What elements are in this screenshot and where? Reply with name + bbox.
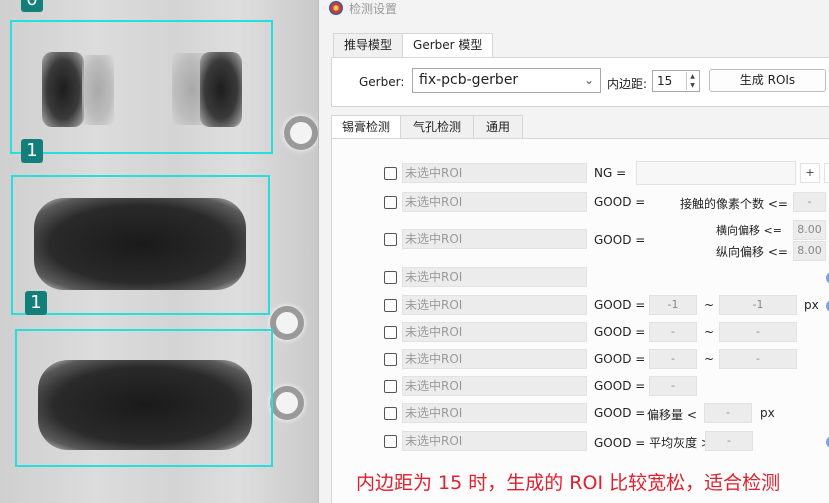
detection-panel: 未选中ROI NG = + 未选中ROI GOOD = 接触的像素个数 <= -… bbox=[331, 138, 829, 503]
max-field[interactable]: - bbox=[719, 322, 797, 342]
max-field[interactable]: -1 bbox=[719, 295, 797, 315]
tab-general[interactable]: 通用 bbox=[473, 115, 524, 139]
detection-row: 未选中ROI GOOD = 偏移量 < - px bbox=[332, 402, 829, 426]
offset-label: 偏移量 < bbox=[647, 408, 697, 422]
ng-value-field[interactable] bbox=[636, 161, 796, 185]
offset-field[interactable]: - bbox=[704, 403, 752, 423]
unit-label: px bbox=[804, 298, 819, 312]
condition-label: NG = bbox=[594, 166, 627, 180]
roi-field[interactable]: 未选中ROI bbox=[402, 267, 587, 287]
detection-row: 未选中ROI GOOD = - ~ - bbox=[332, 348, 829, 372]
title-bar[interactable]: 检测设置 bbox=[319, 0, 829, 16]
gerber-select-value: fix-pcb-gerber bbox=[419, 72, 519, 88]
condition-label: GOOD = bbox=[594, 379, 646, 393]
roi-field[interactable]: 未选中ROI bbox=[402, 403, 587, 423]
app-logo-icon bbox=[329, 1, 343, 15]
tab-gerber-model[interactable]: Gerber 模型 bbox=[402, 33, 494, 58]
vertical-offset-field[interactable]: 8.00 bbox=[793, 241, 826, 261]
camera-image-view[interactable]: 0 1 1 bbox=[0, 0, 318, 503]
detection-settings-dialog: 检测设置 推导模型 Gerber 模型 Gerber: fix-pcb-gerb… bbox=[318, 0, 829, 503]
detection-row: 未选中ROI GOOD = 平均灰度 > - bbox=[332, 430, 829, 454]
annotation-caption: 内边距为 15 时，生成的 ROI 比较宽松，适合检测 bbox=[356, 472, 781, 494]
pcb-via-hole bbox=[270, 386, 304, 420]
roi-tag: 1 bbox=[25, 291, 47, 315]
tab-void-detection[interactable]: 气孔检测 bbox=[400, 115, 475, 139]
roi-field[interactable]: 未选中ROI bbox=[402, 229, 587, 249]
row-checkbox[interactable] bbox=[384, 435, 397, 448]
detection-row: 未选中ROI GOOD = - ~ - bbox=[332, 321, 829, 345]
min-field[interactable]: -1 bbox=[649, 295, 697, 315]
condition-label: GOOD = bbox=[594, 298, 646, 312]
row-checkbox[interactable] bbox=[384, 196, 397, 209]
contact-pixel-field[interactable]: - bbox=[793, 192, 826, 212]
condition-label: GOOD = bbox=[594, 233, 646, 247]
roi-field[interactable]: 未选中ROI bbox=[402, 322, 587, 342]
roi-field[interactable]: 未选中ROI bbox=[402, 295, 587, 315]
condition-label: GOOD = bbox=[594, 325, 646, 339]
extra-button[interactable] bbox=[824, 163, 829, 183]
range-separator: ~ bbox=[704, 298, 715, 312]
row-checkbox[interactable] bbox=[384, 271, 397, 284]
condition-label: GOOD = bbox=[594, 352, 646, 366]
roi-field[interactable]: 未选中ROI bbox=[402, 431, 587, 451]
row-checkbox[interactable] bbox=[384, 407, 397, 420]
roi-tag: 0 bbox=[21, 0, 43, 12]
pcb-via-hole bbox=[284, 116, 318, 150]
unit-label: px bbox=[760, 406, 775, 420]
margin-label: 内边距: bbox=[607, 77, 648, 91]
range-separator: ~ bbox=[704, 352, 715, 366]
condition-label: GOOD = bbox=[594, 406, 646, 420]
generate-rois-button[interactable]: 生成 ROIs bbox=[709, 69, 826, 92]
row-checkbox[interactable] bbox=[384, 353, 397, 366]
row-checkbox[interactable] bbox=[384, 233, 397, 246]
detection-row: 未选中ROI GOOD = 横向偏移 <= 8.00 纵向偏移 <= 8.00 bbox=[332, 219, 829, 263]
gerber-label: Gerber: bbox=[359, 75, 405, 89]
add-button[interactable]: + bbox=[800, 163, 820, 183]
roi-field[interactable]: 未选中ROI bbox=[402, 376, 587, 396]
condition-label: GOOD = bbox=[594, 195, 646, 209]
detection-row: 未选中ROI GOOD = - bbox=[332, 375, 829, 399]
roi-tag: 1 bbox=[21, 139, 43, 163]
pcb-via-hole bbox=[270, 306, 304, 340]
detection-tabs: 锡膏检测 气孔检测 通用 bbox=[331, 115, 524, 140]
detection-row: 未选中ROI NG = + bbox=[332, 161, 829, 186]
detection-row: 未选中ROI bbox=[332, 266, 829, 290]
margin-value: 15 bbox=[657, 74, 673, 88]
tab-solder-paste[interactable]: 锡膏检测 bbox=[331, 115, 402, 140]
range-separator: ~ bbox=[704, 325, 715, 339]
roi-field[interactable]: 未选中ROI bbox=[402, 349, 587, 369]
average-gray-field[interactable]: - bbox=[705, 431, 753, 451]
model-tabs: 推导模型 Gerber 模型 bbox=[333, 33, 494, 58]
roi-box[interactable] bbox=[11, 175, 270, 315]
min-field[interactable]: - bbox=[649, 349, 697, 369]
vertical-offset-label: 纵向偏移 <= bbox=[716, 245, 788, 259]
gerber-select[interactable]: fix-pcb-gerber ⌄ bbox=[412, 68, 601, 93]
contact-pixel-label: 接触的像素个数 <= bbox=[680, 197, 788, 211]
condition-label: GOOD = 平均灰度 > bbox=[594, 436, 711, 450]
horizontal-offset-label: 横向偏移 <= bbox=[716, 224, 782, 237]
row-checkbox[interactable] bbox=[384, 380, 397, 393]
detection-row: 未选中ROI GOOD = 接触的像素个数 <= - bbox=[332, 191, 829, 215]
window-title: 检测设置 bbox=[349, 1, 398, 16]
chevron-down-icon: ⌄ bbox=[583, 73, 594, 87]
spin-arrows-icon[interactable]: ▲ ▼ bbox=[686, 72, 698, 90]
roi-field[interactable]: 未选中ROI bbox=[402, 192, 587, 212]
min-field[interactable]: - bbox=[649, 322, 697, 342]
gerber-panel: Gerber: fix-pcb-gerber ⌄ 内边距: 15 ▲ ▼ 生成 R… bbox=[331, 57, 829, 107]
roi-box[interactable] bbox=[10, 20, 273, 154]
margin-spinbox[interactable]: 15 ▲ ▼ bbox=[652, 70, 700, 92]
roi-field[interactable]: 未选中ROI bbox=[402, 163, 587, 183]
detection-row: 未选中ROI GOOD = -1 ~ -1 px bbox=[332, 294, 829, 318]
horizontal-offset-field[interactable]: 8.00 bbox=[793, 220, 826, 240]
row-checkbox[interactable] bbox=[384, 299, 397, 312]
tab-derived-model[interactable]: 推导模型 bbox=[333, 33, 404, 57]
row-checkbox[interactable] bbox=[384, 167, 397, 180]
max-field[interactable]: - bbox=[719, 349, 797, 369]
row-checkbox[interactable] bbox=[384, 326, 397, 339]
min-field[interactable]: - bbox=[649, 376, 697, 396]
roi-box[interactable] bbox=[15, 329, 273, 467]
